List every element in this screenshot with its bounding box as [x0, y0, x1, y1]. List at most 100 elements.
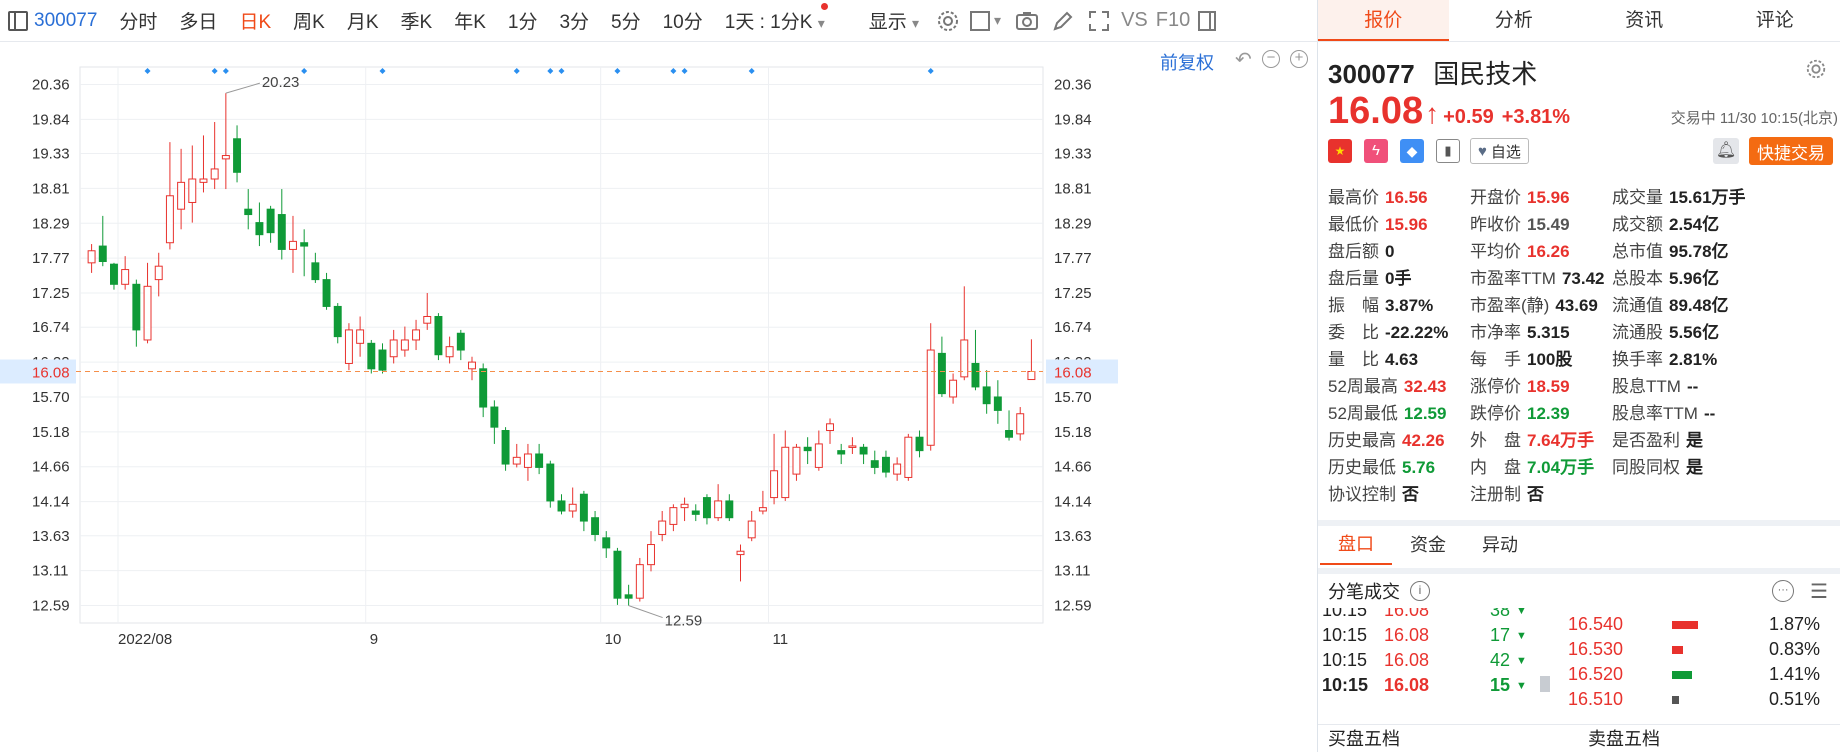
- add-watchlist-button[interactable]: ♥ 自选: [1470, 138, 1529, 164]
- candle-body[interactable]: [870, 460, 879, 468]
- event-marker-icon[interactable]: [558, 68, 565, 74]
- candle-body[interactable]: [87, 250, 96, 264]
- candle-body[interactable]: [434, 315, 443, 356]
- candle-body[interactable]: [98, 245, 107, 262]
- candle-body[interactable]: [300, 242, 309, 247]
- period-tab[interactable]: 3分: [548, 7, 600, 34]
- candle-body[interactable]: [680, 503, 689, 509]
- candle-body[interactable]: [210, 168, 219, 180]
- period-tab[interactable]: 5分: [600, 7, 652, 34]
- more-icon[interactable]: ···: [1772, 580, 1795, 602]
- candle-body[interactable]: [445, 346, 454, 358]
- event-marker-icon[interactable]: [379, 68, 386, 74]
- kline-chart[interactable]: 20.36 20.36 19.84 19.84 19.33 19.33 18.81 18.81…: [0, 43, 1318, 752]
- layout-box-icon[interactable]: [970, 10, 991, 31]
- period-tab[interactable]: 1分: [497, 7, 549, 34]
- candle-body[interactable]: [322, 279, 331, 307]
- candle-body[interactable]: [658, 520, 667, 535]
- candle-body[interactable]: [557, 500, 566, 512]
- candle-body[interactable]: [1016, 413, 1025, 435]
- candle-body[interactable]: [691, 510, 700, 515]
- candle-body[interactable]: [993, 396, 1002, 411]
- lightning-icon[interactable]: ϟ: [1364, 139, 1388, 163]
- candle-body[interactable]: [244, 208, 253, 216]
- event-marker-icon[interactable]: [614, 68, 621, 74]
- candle-body[interactable]: [982, 386, 991, 405]
- period-tab[interactable]: 日K: [228, 7, 282, 34]
- f10-button[interactable]: F10: [1156, 9, 1190, 32]
- market-subtab[interactable]: 资金: [1392, 526, 1464, 564]
- candle-body[interactable]: [333, 305, 342, 338]
- candle-body[interactable]: [233, 138, 242, 173]
- candle-body[interactable]: [881, 456, 890, 473]
- quote-tab[interactable]: 资讯: [1579, 0, 1710, 41]
- settings-gear-icon[interactable]: [1805, 58, 1827, 80]
- kline-chart-area[interactable]: 20.36 20.36 19.84 19.84 19.33 19.33 18.81 18.81…: [0, 43, 1318, 752]
- fullscreen-icon[interactable]: [1087, 9, 1111, 33]
- candle-body[interactable]: [512, 456, 521, 465]
- compare-vs-button[interactable]: VS: [1121, 9, 1148, 32]
- candle-body[interactable]: [199, 178, 208, 183]
- quote-tab[interactable]: 报价: [1318, 0, 1449, 41]
- period-tab[interactable]: 10分: [652, 7, 714, 34]
- candle-body[interactable]: [546, 463, 555, 502]
- interval-select[interactable]: 1天 : 1分K ▾: [714, 3, 836, 34]
- bell-icon[interactable]: 🔔︎: [1713, 138, 1739, 164]
- quote-tab[interactable]: 分析: [1449, 0, 1580, 41]
- tag-icon[interactable]: ◆: [1400, 139, 1424, 163]
- candle-body[interactable]: [814, 443, 823, 468]
- candle-body[interactable]: [289, 240, 297, 250]
- event-marker-icon[interactable]: [222, 68, 229, 74]
- candle-body[interactable]: [311, 262, 320, 281]
- event-marker-icon[interactable]: [144, 68, 151, 74]
- market-subtab[interactable]: 异动: [1464, 526, 1536, 564]
- candle-body[interactable]: [132, 283, 141, 331]
- candle-body[interactable]: [389, 339, 398, 358]
- period-tab[interactable]: 年K: [443, 7, 497, 34]
- candle-body[interactable]: [714, 500, 723, 519]
- event-marker-icon[interactable]: [301, 68, 308, 74]
- candle-body[interactable]: [356, 329, 365, 344]
- candle-body[interactable]: [904, 436, 913, 478]
- market-subtab[interactable]: 盘口: [1320, 525, 1392, 565]
- candle-body[interactable]: [110, 263, 118, 285]
- event-marker-icon[interactable]: [547, 68, 554, 74]
- period-tab[interactable]: 多日: [168, 7, 228, 34]
- candle-body[interactable]: [591, 517, 600, 535]
- menu-icon[interactable]: ☰: [1810, 579, 1828, 604]
- quote-tab[interactable]: 评论: [1710, 0, 1840, 41]
- candle-body[interactable]: [915, 436, 924, 452]
- candle-body[interactable]: [635, 564, 644, 599]
- candle-body[interactable]: [154, 265, 163, 281]
- price-adjust-toggle[interactable]: 前复权: [1160, 49, 1214, 75]
- event-marker-icon[interactable]: [927, 68, 934, 74]
- event-marker-icon[interactable]: [748, 68, 755, 74]
- period-tab[interactable]: 月K: [336, 7, 390, 34]
- quick-trade-button[interactable]: 快捷交易: [1749, 137, 1833, 165]
- candle-body[interactable]: [400, 339, 409, 351]
- candle-body[interactable]: [937, 352, 946, 395]
- candle-body[interactable]: [277, 214, 286, 250]
- candle-body[interactable]: [624, 594, 633, 599]
- candle-body[interactable]: [792, 446, 801, 475]
- panel-toggle-icon[interactable]: [1198, 10, 1217, 31]
- candle-body[interactable]: [949, 379, 958, 398]
- event-marker-icon[interactable]: [681, 68, 688, 74]
- candle-body[interactable]: [781, 446, 790, 499]
- candle-body[interactable]: [1005, 430, 1013, 438]
- candle-body[interactable]: [926, 349, 935, 446]
- candle-body[interactable]: [859, 446, 868, 455]
- candle-body[interactable]: [221, 155, 230, 160]
- ticks-scrollbar[interactable]: [1540, 676, 1550, 692]
- candle-body[interactable]: [1027, 370, 1036, 381]
- bookmark-icon[interactable]: ▮: [1436, 139, 1460, 163]
- candle-body[interactable]: [613, 550, 622, 599]
- candle-body[interactable]: [177, 181, 186, 210]
- settings-gear-icon[interactable]: [936, 9, 960, 33]
- candle-body[interactable]: [770, 470, 779, 499]
- candle-body[interactable]: [188, 178, 197, 203]
- period-tab[interactable]: 季K: [390, 7, 444, 34]
- candle-body[interactable]: [412, 329, 421, 341]
- candle-body[interactable]: [568, 503, 577, 512]
- zoom-in-icon[interactable]: +: [1290, 50, 1308, 68]
